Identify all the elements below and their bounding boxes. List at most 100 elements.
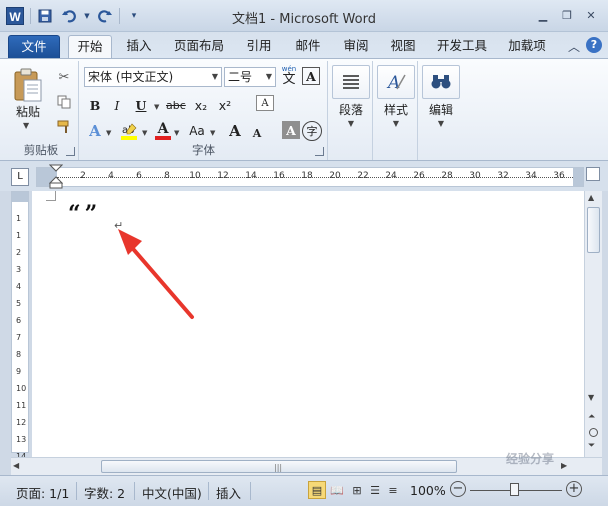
font-color-dropdown-icon[interactable]: ▼ (174, 129, 179, 137)
editing-button[interactable] (422, 65, 460, 99)
font-name-dropdown-icon[interactable]: ▼ (212, 68, 218, 86)
full-screen-reading-view-icon[interactable]: 📖 (328, 481, 346, 499)
paste-dropdown-icon[interactable]: ▼ (23, 121, 29, 130)
restore-button[interactable]: ❐ (556, 6, 578, 24)
character-border-button[interactable]: A (302, 67, 320, 85)
font-name-value: 宋体 (中文正文) (88, 70, 174, 84)
page-count-status[interactable]: 页面: 1/1 (16, 483, 69, 502)
previous-page-icon[interactable]: ⏶ (588, 412, 595, 422)
next-page-icon[interactable]: ⏷ (588, 441, 595, 451)
zoom-out-button[interactable]: − (450, 481, 466, 497)
zoom-in-button[interactable]: + (566, 481, 582, 497)
language-status[interactable]: 中文(中国) (142, 483, 202, 502)
vertical-ruler-mark: 12 (16, 418, 27, 427)
font-color-button[interactable]: A (154, 121, 172, 141)
vertical-ruler-mark: 3 (16, 265, 22, 274)
change-case-dropdown-icon[interactable]: ▼ (210, 129, 215, 137)
paragraph-button[interactable] (332, 65, 370, 99)
change-case-button[interactable]: Aa (188, 121, 206, 141)
window-controls: ▁ ❐ ✕ (532, 6, 602, 24)
horizontal-ruler[interactable]: 2 4 6 8 10 12 14 16 18 20 22 24 26 28 30 32 34 36 (36, 164, 584, 190)
vertical-ruler-mark: 4 (16, 282, 22, 291)
clear-formatting-button[interactable]: A (256, 95, 274, 111)
select-browse-object-icon[interactable] (589, 428, 598, 437)
vertical-ruler[interactable]: 11234567891011121314 (11, 191, 29, 461)
editing-button-label: 编辑 (428, 103, 453, 117)
font-launcher-icon[interactable] (315, 147, 324, 156)
word-count-status[interactable]: 字数: 2 (84, 483, 125, 502)
insert-mode-status[interactable]: 插入 (216, 483, 241, 502)
scroll-right-icon[interactable]: ▶ (561, 461, 567, 470)
text-effects-button[interactable]: A (86, 121, 104, 141)
tab-home[interactable]: 开始 (68, 35, 112, 58)
tab-insert[interactable]: 插入 (118, 35, 160, 58)
character-shading-button[interactable]: A (282, 121, 300, 139)
tab-developer[interactable]: 开发工具 (430, 35, 494, 58)
scroll-grip-icon: ||| (274, 463, 283, 472)
tab-selector-button[interactable]: L (11, 168, 29, 186)
font-size-combo[interactable]: 二号 ▼ (224, 67, 276, 87)
minimize-ribbon-icon[interactable]: ︿ (568, 38, 580, 55)
indent-marker-icon[interactable] (49, 164, 63, 190)
zoom-slider-thumb[interactable] (510, 483, 519, 496)
underline-dropdown-icon[interactable]: ▼ (154, 103, 159, 111)
highlight-dropdown-icon[interactable]: ▼ (142, 129, 147, 137)
ruler-right-margin (573, 168, 583, 186)
tab-addins[interactable]: 加载项 (500, 35, 554, 58)
title-bar: W ▼ ▾ 文档1 - Microsoft Word ▁ ❐ ✕ (0, 0, 608, 32)
vertical-ruler-mark: 13 (16, 435, 27, 444)
bold-button[interactable]: B (86, 95, 104, 115)
paragraph-dropdown-icon[interactable]: ▼ (329, 119, 373, 128)
styles-dropdown-icon[interactable]: ▼ (374, 119, 418, 128)
ruler-mark: 20 (329, 171, 341, 181)
document-canvas[interactable]: “” ↵ (32, 191, 584, 457)
vertical-scroll-thumb[interactable] (587, 207, 600, 253)
help-icon[interactable]: ? (586, 37, 602, 53)
subscript-button[interactable]: x₂ (192, 95, 210, 115)
tab-view[interactable]: 视图 (382, 35, 424, 58)
ruler-mark: 8 (164, 171, 170, 181)
tab-page-layout[interactable]: 页面布局 (168, 35, 230, 58)
minimize-button[interactable]: ▁ (532, 6, 554, 24)
styles-button[interactable]: A (377, 65, 415, 99)
scroll-down-icon[interactable]: ▼ (588, 393, 594, 402)
vertical-scrollbar[interactable]: ▲ ▼ ⏶ ⏷ (584, 191, 602, 457)
paste-icon[interactable] (12, 67, 44, 103)
grow-font-button[interactable]: A (226, 121, 244, 141)
tab-references[interactable]: 引用 (238, 35, 280, 58)
clipboard-launcher-icon[interactable] (66, 147, 75, 156)
tab-review[interactable]: 审阅 (335, 35, 377, 58)
tab-file[interactable]: 文件 (8, 35, 60, 58)
zoom-level-status[interactable]: 100% (410, 483, 446, 498)
horizontal-scroll-thumb[interactable]: ||| (101, 460, 457, 473)
text-effects-dropdown-icon[interactable]: ▼ (106, 129, 111, 137)
superscript-button[interactable]: x² (216, 95, 234, 115)
highlight-color-button[interactable]: ab (118, 121, 140, 141)
scroll-left-icon[interactable]: ◀ (13, 461, 19, 470)
draft-view-icon[interactable]: ≡ (384, 481, 402, 499)
shrink-font-button[interactable]: A (248, 123, 266, 143)
outline-view-icon[interactable]: ☰ (366, 481, 384, 499)
editing-dropdown-icon[interactable]: ▼ (419, 119, 463, 128)
scroll-up-icon[interactable]: ▲ (588, 193, 594, 202)
print-layout-view-icon[interactable]: ▤ (308, 481, 326, 499)
underline-button[interactable]: U (132, 95, 150, 115)
italic-button[interactable]: I (108, 95, 126, 115)
status-separator (250, 482, 251, 500)
web-layout-view-icon[interactable]: ⊞ (348, 481, 366, 499)
strikethrough-button[interactable]: abc (166, 95, 186, 115)
close-button[interactable]: ✕ (580, 6, 602, 24)
enclose-characters-button[interactable]: 字 (302, 121, 322, 141)
ruler-ticks (57, 177, 573, 179)
format-painter-icon[interactable] (56, 119, 72, 135)
vertical-ruler-mark: 8 (16, 350, 22, 359)
tab-mailings[interactable]: 邮件 (287, 35, 329, 58)
font-name-combo[interactable]: 宋体 (中文正文) ▼ (84, 67, 222, 87)
ruler-mark: 26 (413, 171, 425, 181)
copy-icon[interactable] (56, 94, 72, 110)
view-ruler-icon[interactable] (586, 167, 600, 181)
phonetic-guide-button[interactable]: wén 文 (280, 65, 298, 87)
font-size-dropdown-icon[interactable]: ▼ (266, 68, 272, 86)
paste-button-label[interactable]: 粘贴 (8, 103, 48, 120)
cut-icon[interactable]: ✂ (56, 69, 72, 85)
